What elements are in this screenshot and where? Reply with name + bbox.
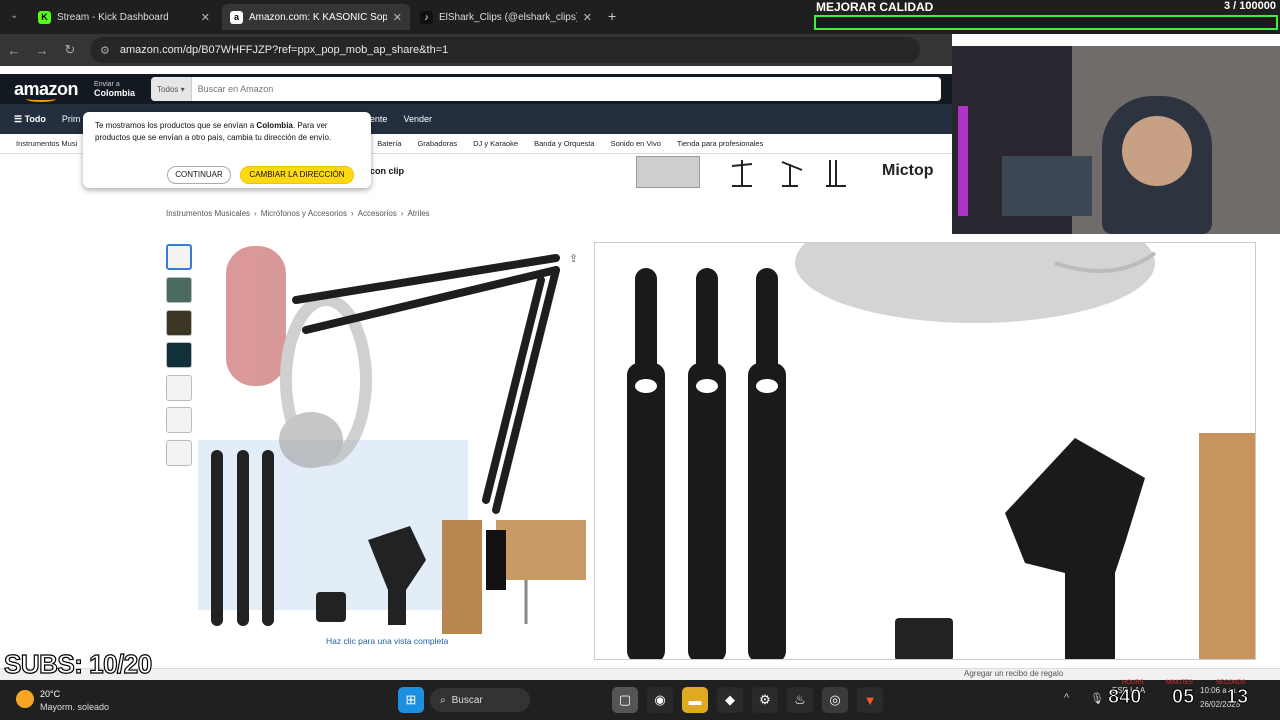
deliver-to[interactable]: Enviar a Colombia [94,80,135,99]
product-thumbnail[interactable] [166,375,192,401]
zoom-preview [594,242,1256,660]
change-address-button[interactable]: CAMBIAR LA DIRECCIÓN [240,166,354,184]
product-thumbnail[interactable] [166,342,192,368]
search-category-label: Todos [157,84,179,94]
popup-message: Te mostramos los productos que se envían… [95,120,359,144]
product-thumbnail[interactable] [166,440,192,466]
tiktok-icon: ♪ [420,10,433,24]
banner-stands-image [731,160,846,187]
tab-label: ElShark_Clips (@elshark_clips) [439,11,577,23]
search-icon: ⌕ [440,694,446,706]
obs-icon[interactable]: ◎ [822,687,848,713]
timer-seconds: 13 [1225,686,1249,709]
popup-text-before: Te mostramos los productos que se envían… [95,121,257,130]
main-product-image[interactable]: ⇪ [196,240,588,636]
cat-recorders[interactable]: Grabadoras [409,139,465,148]
breadcrumb-item[interactable]: Instrumentos Musicales [166,209,250,218]
cat-pro[interactable]: Tienda para profesionales [669,139,771,148]
cat-live[interactable]: Sonido en Vivo [603,139,669,148]
tab-kick-dashboard[interactable]: K Stream - Kick Dashboard ✕ [30,4,218,30]
windows-taskbar: 20°C Mayorm. soleado ⊞ ⌕ Buscar ▢ ◉ ▬ ◆ ⚙… [0,680,1280,720]
webcam-face [1122,116,1192,186]
tray-chevron-icon[interactable]: ^ [1064,692,1069,704]
banner-text: con clip [370,166,405,176]
weather-icon [16,690,34,708]
weather-temp: 20°C [40,689,61,699]
tab-close-icon[interactable]: ✕ [583,11,592,24]
back-icon[interactable]: ← [0,43,28,58]
quality-label: MEJORAR CALIDAD [816,0,934,14]
webcam-light [958,106,968,216]
search-category-select[interactable]: Todos ▾ [151,77,192,101]
new-tab-icon[interactable]: + [608,8,616,24]
nav-all[interactable]: ☰ Todo [0,114,54,125]
url-field[interactable]: ⚙ amazon.com/dp/B07WHFFJZP?ref=ppx_pop_m… [90,37,920,63]
breadcrumb-item[interactable]: Atriles [407,209,429,218]
brave-icon[interactable]: ▼ [857,687,883,713]
reload-icon[interactable]: ↻ [56,42,84,58]
amazon-logo[interactable]: amazon [0,79,90,102]
tab-list-chevron-icon[interactable]: ⌄ [10,10,18,21]
amazon-header: amazon Enviar a Colombia Todos ▾ [0,74,952,104]
tab-close-icon[interactable]: ✕ [393,11,402,24]
app-diamond-icon[interactable]: ◆ [717,687,743,713]
weather-desc: Mayorm. soleado [40,702,110,712]
breadcrumb-item[interactable]: Accesorios [358,209,397,218]
zoomed-image [627,243,1255,659]
banner-product-image [636,156,700,188]
kick-icon: K [38,10,51,24]
address-bar: ← → ↻ ⚙ amazon.com/dp/B07WHFFJZP?ref=ppx… [0,34,952,66]
breadcrumb: Instrumentos Musicales › Micrófonos y Acc… [166,209,430,218]
tab-close-icon[interactable]: ✕ [201,11,210,24]
forward-icon[interactable]: → [28,43,56,58]
product-thumbnail[interactable] [166,310,192,336]
file-explorer-icon[interactable]: ▬ [682,687,708,713]
horizontal-scrollbar[interactable]: Agregar un recibo de regalo [0,668,1280,680]
breadcrumb-item[interactable]: Micrófonos y Accesorios [261,209,347,218]
amazon-icon: a [230,10,243,24]
continue-button[interactable]: CONTINUAR [167,166,231,184]
settings-gear-icon[interactable]: ⚙ [752,687,778,713]
subs-counter: SUBS: 10/20 [3,648,152,679]
nav-all-label: Todo [24,113,46,124]
cat-drums[interactable]: Batería [369,139,409,148]
full-view-link[interactable]: Haz clic para una vista completa [326,636,448,646]
webcam-monitor [1002,156,1092,216]
tab-tiktok[interactable]: ♪ ElShark_Clips (@elshark_clips) ✕ [412,4,600,30]
taskbar-search-label: Buscar [451,694,483,706]
quality-progress-bar [814,15,1278,30]
site-info-icon[interactable]: ⚙ [100,44,110,57]
deliver-country: Colombia [94,87,136,98]
webcam-overlay [952,46,1280,234]
quality-count: 3 / 100000 [1224,0,1276,12]
cat-instruments[interactable]: Instrumentos Musi [0,139,85,148]
product-thumbnail[interactable] [166,407,192,433]
url-text: amazon.com/dp/B07WHFFJZP?ref=ppx_pop_mob… [119,44,449,56]
quality-goal-overlay: MEJORAR CALIDAD 3 / 100000 [814,0,1280,32]
popup-country: Colombia [256,121,293,130]
cat-band[interactable]: Banda y Orquesta [526,139,602,148]
search-bar: Todos ▾ [151,77,942,101]
share-icon: ⇪ [569,253,578,265]
timer-hours: 840 [1107,686,1142,709]
nav-sell[interactable]: Vender [395,114,440,124]
search-input[interactable] [191,84,942,94]
gift-receipt-checkbox-label[interactable]: Agregar un recibo de regalo [964,669,1063,678]
tab-label: Amazon.com: K KASONIC Sop [249,11,387,23]
task-view-icon[interactable]: ▢ [612,687,638,713]
product-thumbnail[interactable] [166,277,192,303]
banner-brand: Mictop [882,162,934,179]
taskbar-search[interactable]: ⌕ Buscar [430,688,530,712]
tab-label: Stream - Kick Dashboard [57,11,169,23]
timer-minutes: 05 [1171,686,1195,709]
steam-icon[interactable]: ♨ [787,687,813,713]
location-popup: Te mostramos los productos que se envían… [83,112,371,188]
cat-dj[interactable]: DJ y Karaoke [465,139,526,148]
tab-amazon[interactable]: a Amazon.com: K KASONIC Sop ✕ [222,4,410,30]
chrome-icon[interactable]: ◉ [647,687,673,713]
microphone-icon[interactable]: 🎙 [1090,692,1104,705]
product-thumbnail[interactable] [166,244,192,270]
windows-start-icon[interactable]: ⊞ [398,687,424,713]
